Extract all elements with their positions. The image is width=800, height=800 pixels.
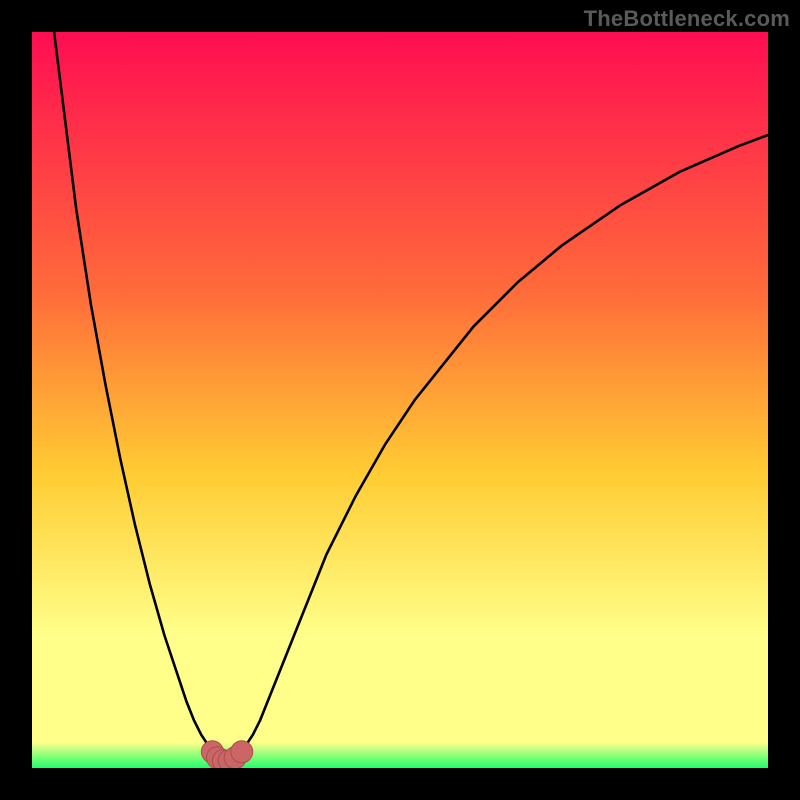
watermark-text: TheBottleneck.com xyxy=(584,6,790,32)
trough-marker xyxy=(231,741,253,763)
chart-svg: left-branch right-branch xyxy=(32,32,768,768)
gradient-background xyxy=(32,32,768,768)
chart-frame: left-branch right-branch TheBottleneck.c… xyxy=(0,0,800,800)
plot-area: left-branch right-branch xyxy=(32,32,768,768)
